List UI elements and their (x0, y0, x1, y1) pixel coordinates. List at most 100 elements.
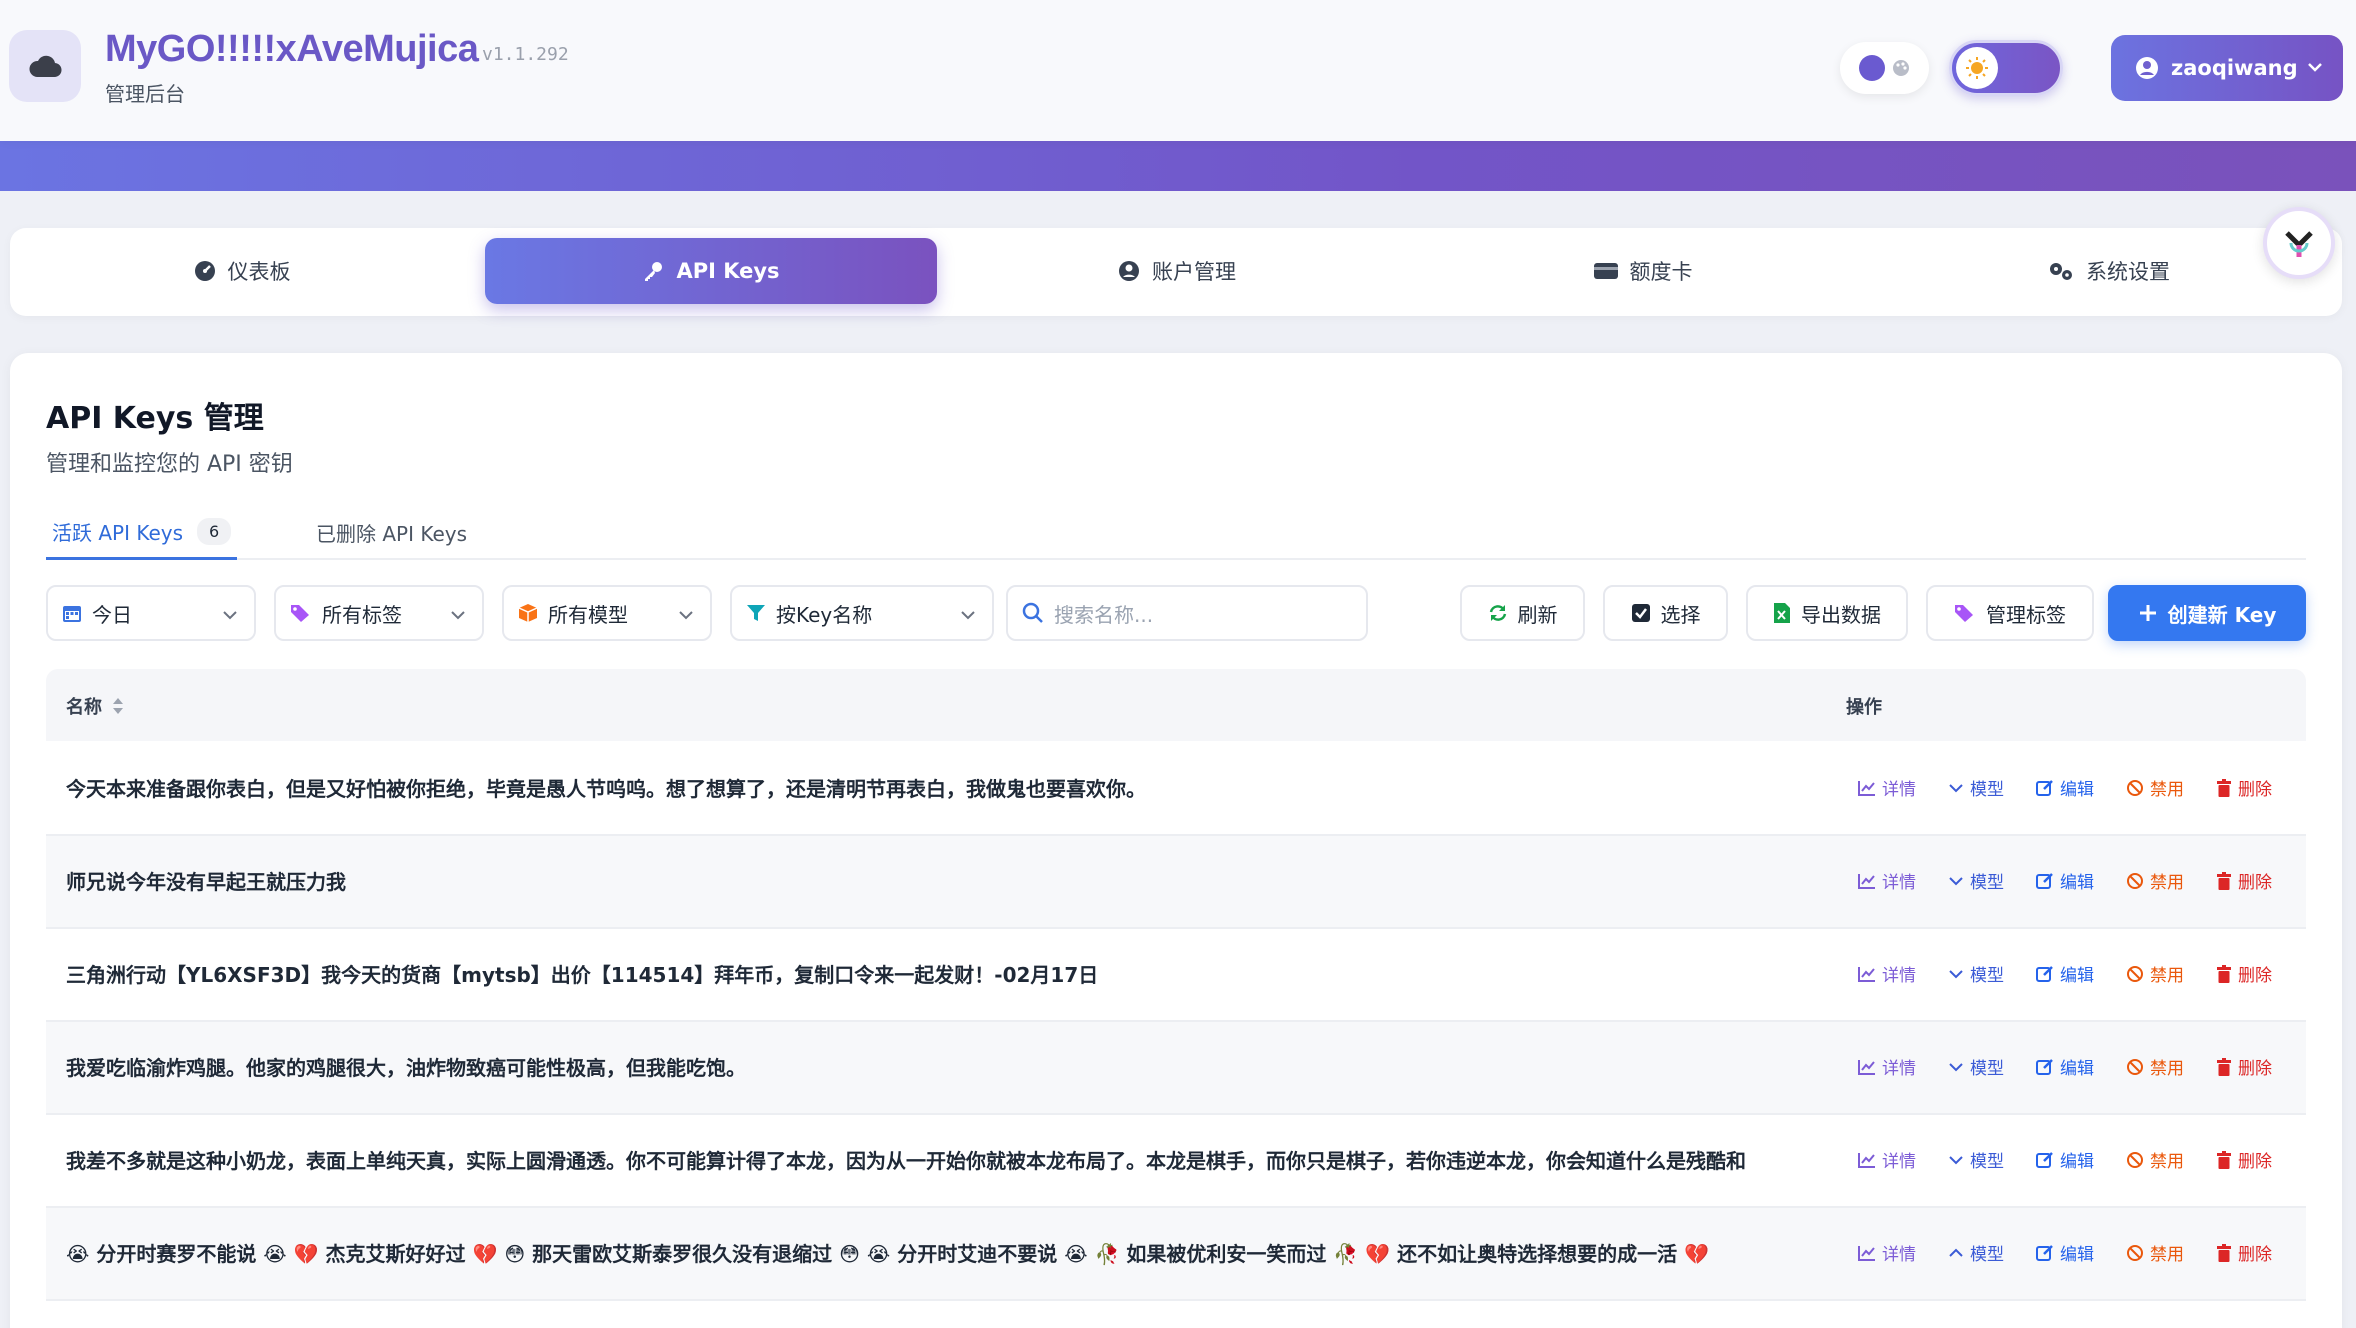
card-icon (1593, 263, 1618, 279)
tab-dashboard[interactable]: 仪表板 (16, 238, 468, 304)
table-row: 今天本来准备跟你表白，但是又好怕被你拒绝，毕竟是愚人节呜呜。想了想算了，还是清明… (46, 743, 2306, 836)
date-filter-select[interactable]: 今日 (46, 585, 256, 641)
chevron-down-icon (2308, 63, 2322, 72)
disable-button[interactable]: 禁用 (2126, 1240, 2184, 1265)
chevron-down-icon (961, 611, 975, 620)
disable-button[interactable]: 禁用 (2126, 1147, 2184, 1172)
tab-accounts[interactable]: 账户管理 (951, 238, 1403, 304)
app-header: MyGO!!!!!xAveMujica v1.1.292 管理后台 zaoqiw… (0, 0, 2356, 141)
detail-button[interactable]: 详情 (1858, 961, 1916, 986)
ban-icon (2127, 1151, 2143, 1168)
edit-button[interactable]: 编辑 (2036, 961, 2094, 986)
table-header: 名称 操作 (46, 669, 2306, 741)
delete-button[interactable]: 删除 (2216, 1054, 2272, 1079)
trash-icon (2217, 1243, 2231, 1262)
api-keys-table: 名称 操作 今天本来准备跟你表白，但是又好怕被你拒绝，毕竟是愚人节呜呜。想了想算… (46, 669, 2306, 1328)
refresh-button[interactable]: 刷新 (1460, 585, 1585, 641)
chart-line-icon (1858, 966, 1875, 982)
edit-icon (2036, 1244, 2053, 1261)
app-title: MyGO!!!!!xAveMujica (105, 28, 479, 70)
trash-icon (2217, 778, 2231, 797)
search-input[interactable]: 搜索名称... (1006, 585, 1368, 641)
model-toggle-button[interactable]: 模型 (1948, 1240, 2004, 1265)
app-subtitle: 管理后台 (105, 82, 185, 106)
create-key-button[interactable]: 创建新 Key (2108, 585, 2306, 641)
detail-button[interactable]: 详情 (1858, 1054, 1916, 1079)
edit-icon (2036, 1151, 2053, 1168)
key-name-filter-select[interactable]: 按Key名称 (730, 585, 994, 641)
trash-icon (2217, 964, 2231, 983)
edit-button[interactable]: 编辑 (2036, 1147, 2094, 1172)
detail-button[interactable]: 详情 (1858, 1147, 1916, 1172)
chart-line-icon (1858, 1152, 1875, 1168)
disable-button[interactable]: 禁用 (2126, 868, 2184, 893)
sun-icon (1956, 47, 1998, 89)
model-toggle-button[interactable]: 模型 (1948, 1147, 2004, 1172)
ban-icon (2127, 965, 2143, 982)
cloud-logo-icon[interactable] (9, 30, 81, 102)
edit-button[interactable]: 编辑 (2036, 1240, 2094, 1265)
delete-button[interactable]: 删除 (2216, 868, 2272, 893)
delete-button[interactable]: 删除 (2216, 961, 2272, 986)
color-theme-toggle[interactable] (1840, 42, 1929, 94)
user-menu-button[interactable]: zaoqiwang (2111, 35, 2343, 101)
edit-icon (2036, 1058, 2053, 1075)
chevron-down-icon (223, 611, 237, 620)
chevron-down-icon (1949, 969, 1963, 978)
chart-line-icon (1858, 1059, 1875, 1075)
tab-api-keys[interactable]: API Keys (485, 238, 937, 304)
model-toggle-button[interactable]: 模型 (1948, 775, 2004, 800)
palette-icon (1892, 60, 1909, 76)
header-gradient-band (0, 141, 2356, 191)
disable-button[interactable]: 禁用 (2126, 1054, 2184, 1079)
active-count-badge: 6 (197, 517, 232, 545)
edit-icon (2036, 965, 2053, 982)
detail-button[interactable]: 详情 (1858, 1240, 1916, 1265)
trash-icon (2217, 1057, 2231, 1076)
model-toggle-button[interactable]: 模型 (1948, 961, 2004, 986)
chevron-up-icon (1949, 1248, 1963, 1257)
edit-button[interactable]: 编辑 (2036, 1054, 2094, 1079)
manage-tags-button[interactable]: 管理标签 (1926, 585, 2094, 641)
detail-button[interactable]: 详情 (1858, 868, 1916, 893)
chart-line-icon (1858, 780, 1875, 796)
filter-icon (747, 605, 765, 621)
edit-button[interactable]: 编辑 (2036, 868, 2094, 893)
dashboard-icon (194, 261, 215, 281)
ban-icon (2127, 1244, 2143, 1261)
dark-mode-toggle[interactable] (1949, 40, 2063, 96)
tab-deleted-keys[interactable]: 已删除 API Keys (310, 505, 473, 560)
model-toggle-button[interactable]: 模型 (1948, 1054, 2004, 1079)
chevron-down-icon (1949, 1155, 1963, 1164)
edit-icon (2036, 872, 2053, 889)
trash-icon (2217, 1150, 2231, 1169)
delete-button[interactable]: 删除 (2216, 775, 2272, 800)
tag-filter-select[interactable]: 所有标签 (274, 585, 484, 641)
color-dot-icon (1858, 55, 1885, 81)
key-name: 今天本来准备跟你表白，但是又好怕被你拒绝，毕竟是愚人节呜呜。想了想算了，还是清明… (66, 777, 1146, 801)
export-button[interactable]: 导出数据 (1746, 585, 1908, 641)
model-filter-select[interactable]: 所有模型 (502, 585, 712, 641)
table-row: 师兄说今年没有早起王就压力我 详情 模型 编辑 禁用 删除 (46, 836, 2306, 929)
edit-button[interactable]: 编辑 (2036, 775, 2094, 800)
delete-button[interactable]: 删除 (2216, 1147, 2272, 1172)
disable-button[interactable]: 禁用 (2126, 775, 2184, 800)
ban-icon (2127, 1058, 2143, 1075)
disable-button[interactable]: 禁用 (2126, 961, 2184, 986)
model-toggle-button[interactable]: 模型 (1948, 868, 2004, 893)
chevron-down-icon (679, 611, 693, 620)
key-icon (645, 262, 663, 281)
chevron-down-icon (451, 611, 465, 620)
tab-active-keys[interactable]: 活跃 API Keys 6 (46, 505, 238, 560)
delete-button[interactable]: 删除 (2216, 1240, 2272, 1265)
user-circle-icon (1119, 261, 1139, 281)
select-button[interactable]: 选择 (1603, 585, 1728, 641)
table-row: 我差不多就是这种小奶龙，表面上单纯天真，实际上圆滑通透。你不可能算计得了本龙，因… (46, 1115, 2306, 1208)
detail-button[interactable]: 详情 (1858, 775, 1916, 800)
name-column-header[interactable]: 名称 (66, 693, 124, 719)
tab-quota-cards[interactable]: 额度卡 (1417, 238, 1869, 304)
float-brand-icon[interactable] (2263, 207, 2335, 279)
chevron-down-icon (1949, 1062, 1963, 1071)
ban-icon (2127, 872, 2143, 889)
user-circle-icon (2136, 57, 2158, 79)
